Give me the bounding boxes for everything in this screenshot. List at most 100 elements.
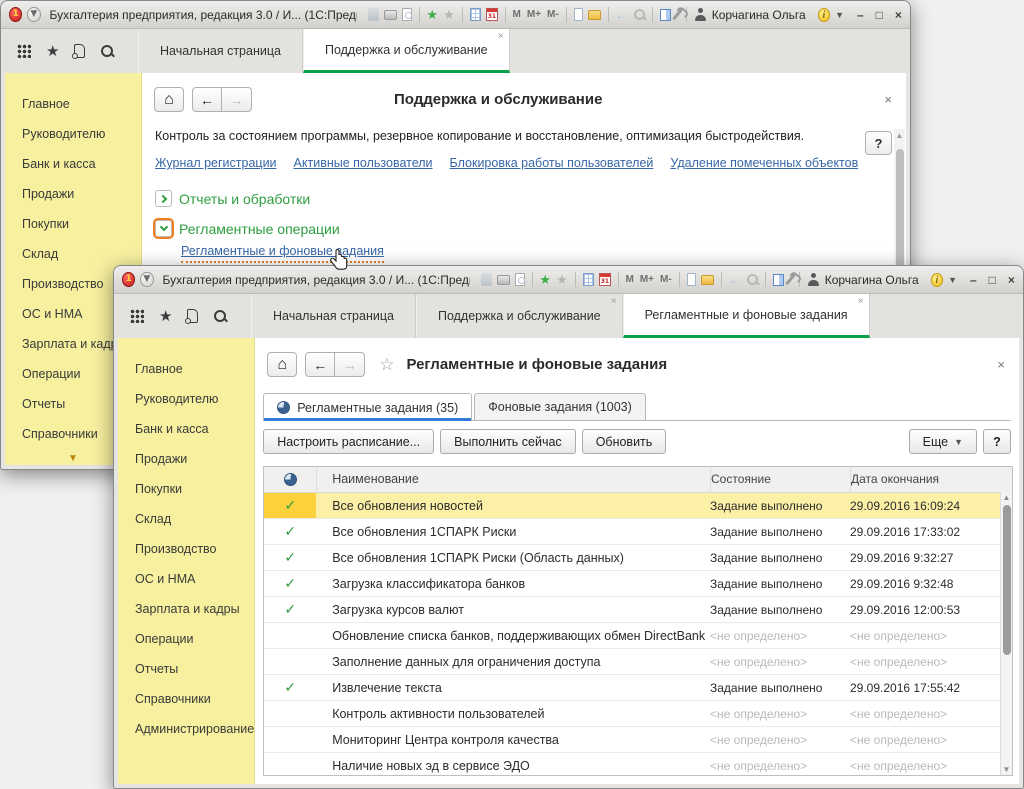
favorites-panel-icon[interactable] (46, 42, 59, 61)
favorites-panel-icon[interactable] (159, 307, 172, 326)
form-close-icon[interactable] (997, 358, 1005, 371)
sidebar-item[interactable]: ОС и НМА (118, 564, 254, 594)
toolbar-button[interactable]: Обновить (582, 429, 667, 454)
table-row[interactable]: Обновление списка банков, поддерживающих… (264, 623, 1012, 649)
sidebar-item[interactable]: Отчеты (118, 654, 254, 684)
calc-memory-button[interactable]: M+ (640, 273, 654, 287)
add-favorite-icon[interactable] (539, 272, 551, 288)
view-tab[interactable]: Регламентные задания (35) (263, 393, 472, 421)
home-button[interactable] (267, 352, 297, 377)
view-tab[interactable]: Фоновые задания (1003) (474, 393, 646, 420)
sections-menu-icon[interactable] (130, 309, 144, 323)
print-preview-icon[interactable] (402, 8, 412, 21)
calc-memory-button[interactable]: M- (547, 8, 559, 22)
toolbar-button[interactable]: Выполнить сейчас (440, 429, 576, 454)
section-label[interactable]: Отчеты и обработки (179, 191, 310, 207)
table-row[interactable]: Все обновления 1СПАРК Риски Задание выпо… (264, 519, 1012, 545)
sidebar-item[interactable]: Руководителю (5, 119, 141, 149)
open-folder-icon[interactable] (701, 275, 713, 285)
forward-button[interactable] (335, 352, 365, 377)
add-favorite-icon[interactable] (426, 7, 438, 23)
sidebar-item[interactable]: Склад (118, 504, 254, 534)
column-header-date[interactable]: Дата окончания (850, 467, 1012, 492)
table-row[interactable]: Мониторинг Центра контроля качества <не … (264, 727, 1012, 753)
help-button[interactable]: ? (865, 131, 892, 155)
new-document-icon[interactable] (574, 8, 584, 21)
calculator-icon[interactable] (470, 8, 482, 21)
maximize-button[interactable]: □ (989, 273, 996, 287)
section-label[interactable]: Регламентные операции (179, 221, 340, 237)
print-icon[interactable] (497, 275, 509, 285)
calendar-icon[interactable]: 31 (486, 8, 498, 21)
table-row[interactable]: Извлечение текста Задание выполнено 29.0… (264, 675, 1012, 701)
calc-memory-button[interactable]: M (625, 273, 633, 287)
calendar-icon[interactable]: 31 (599, 273, 611, 286)
sidebar-item[interactable]: Банк и касса (5, 149, 141, 179)
link[interactable]: Удаление помеченных объектов (670, 156, 858, 170)
favorite-star-icon[interactable] (379, 355, 394, 375)
sidebar-item[interactable]: Главное (5, 89, 141, 119)
sidebar-item[interactable]: Производство (118, 534, 254, 564)
info-icon[interactable]: i (818, 8, 830, 22)
minimize-button[interactable]: – (857, 8, 864, 22)
table-row[interactable]: Наличие новых эд в сервисе ЭДО <не опред… (264, 753, 1012, 775)
expand-toggle[interactable] (155, 190, 172, 207)
sidebar-item[interactable]: Руководителю (118, 384, 254, 414)
calc-memory-button[interactable]: M (512, 8, 520, 22)
sections-menu-icon[interactable] (17, 44, 31, 58)
help-button[interactable]: ? (983, 429, 1011, 454)
sidebar-item[interactable]: Продажи (5, 179, 141, 209)
window-tab[interactable]: Регламентные и фоновые задания (623, 294, 870, 338)
maximize-button[interactable]: □ (876, 8, 883, 22)
main-menu-button[interactable]: ▼ (27, 7, 40, 22)
scheduled-jobs-link[interactable]: Регламентные и фоновые задания (181, 244, 384, 263)
calc-memory-button[interactable]: M- (660, 273, 672, 287)
minimize-button[interactable]: – (970, 273, 977, 287)
form-close-icon[interactable] (884, 93, 892, 106)
forward-button[interactable] (222, 87, 252, 112)
tab-close-icon[interactable] (611, 297, 617, 307)
tab-close-icon[interactable] (858, 297, 864, 307)
split-window-icon[interactable] (773, 274, 785, 286)
chevron-down-icon[interactable]: ▼ (835, 10, 844, 20)
search-icon[interactable] (213, 309, 228, 324)
back-button[interactable] (192, 87, 222, 112)
column-header-status[interactable]: Состояние (710, 467, 850, 492)
sidebar-item[interactable]: Покупки (5, 209, 141, 239)
link[interactable]: Активные пользователи (294, 156, 433, 170)
collapse-toggle-highlighted[interactable] (155, 220, 172, 237)
service-settings-icon[interactable] (672, 8, 683, 20)
sidebar-item[interactable]: Банк и касса (118, 414, 254, 444)
section-scheduled-ops[interactable]: Регламентные операции (155, 220, 906, 237)
sidebar-item[interactable]: Зарплата и кадры (118, 594, 254, 624)
table-row[interactable]: Все обновления новостей Задание выполнен… (264, 493, 1012, 519)
user-name[interactable]: Корчагина Ольга (712, 8, 806, 22)
window-tab[interactable]: Начальная страница (251, 294, 416, 338)
undo-icon[interactable] (729, 273, 741, 287)
link[interactable]: Блокировка работы пользователей (450, 156, 654, 170)
window-titlebar[interactable]: 1 ▼ Бухгалтерия предприятия, редакция 3.… (114, 266, 1023, 294)
window-tab[interactable]: Поддержка и обслуживание (303, 29, 510, 73)
save-icon[interactable] (481, 273, 492, 286)
sidebar-item[interactable]: Продажи (118, 444, 254, 474)
new-document-icon[interactable] (687, 273, 697, 286)
main-menu-button[interactable]: ▼ (140, 272, 153, 287)
calculator-icon[interactable] (583, 273, 595, 286)
home-button[interactable] (154, 87, 184, 112)
print-preview-icon[interactable] (515, 273, 525, 286)
window-titlebar[interactable]: 1 ▼ Бухгалтерия предприятия, редакция 3.… (1, 1, 910, 29)
close-button[interactable]: × (895, 8, 902, 22)
open-folder-icon[interactable] (588, 10, 600, 20)
scroll-up-icon[interactable]: ▲ (1001, 493, 1012, 502)
back-button[interactable] (305, 352, 335, 377)
service-settings-icon[interactable] (785, 273, 796, 285)
find-icon[interactable] (633, 8, 645, 22)
chevron-down-icon[interactable]: ▼ (948, 275, 957, 285)
sidebar-item[interactable]: Справочники (118, 684, 254, 714)
table-row[interactable]: Загрузка классификатора банков Задание в… (264, 571, 1012, 597)
sidebar-item[interactable]: Главное (118, 354, 254, 384)
print-icon[interactable] (384, 10, 396, 20)
scroll-up-icon[interactable]: ▲ (894, 131, 905, 140)
table-scrollbar[interactable]: ▲ ▼ (1000, 492, 1012, 775)
sidebar-item[interactable]: Администрирование (118, 714, 254, 744)
